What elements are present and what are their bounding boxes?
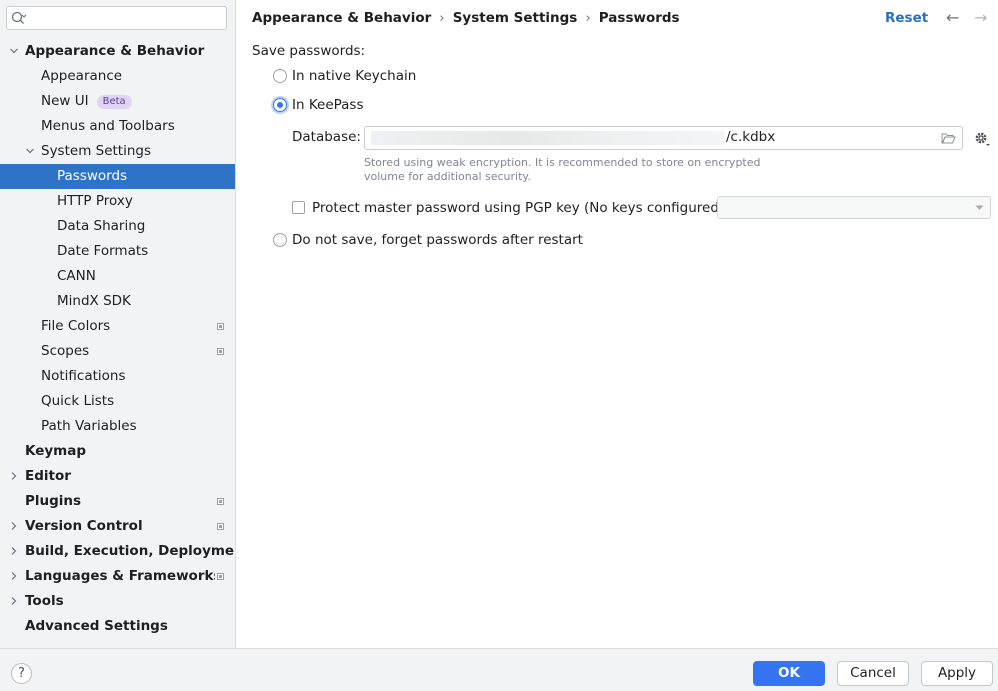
sidebar-item-plugins[interactable]: Plugins [0,489,235,514]
sidebar-item-label: Date Formats [57,243,149,259]
sidebar-item-label: Advanced Settings [25,618,168,634]
sidebar-item-scopes[interactable]: Scopes [0,339,235,364]
gear-icon[interactable] [973,130,991,148]
sidebar-item-label: Keymap [25,443,87,459]
encryption-hint: Stored using weak encryption. It is reco… [364,156,761,183]
sidebar-item-appearance[interactable]: Appearance [0,64,235,89]
sidebar-item-file-colors[interactable]: File Colors [0,314,235,339]
ok-button[interactable]: OK [753,661,825,686]
chevron-right-icon[interactable] [10,597,18,605]
sidebar-item-notifications[interactable]: Notifications [0,364,235,389]
sidebar-item-label: Notifications [41,368,126,384]
chevron-right-icon[interactable] [10,522,18,530]
sidebar-item-label: Appearance & Behavior [25,43,205,59]
folder-open-icon[interactable] [941,132,956,144]
radio-do-not-save-label[interactable]: Do not save, forget passwords after rest… [292,232,583,248]
forward-arrow-icon[interactable]: → [974,10,987,26]
sidebar-item-label: HTTP Proxy [57,193,133,209]
breadcrumb-separator: › [439,10,445,26]
project-level-icon [217,573,224,580]
apply-button[interactable]: Apply [921,661,993,686]
sidebar-item-label: Build, Execution, Deployme [25,543,235,559]
sidebar-item-label: Data Sharing [57,218,146,234]
chevron-down-icon [975,205,984,210]
sidebar-item-mindx-sdk[interactable]: MindX SDK [0,289,235,314]
breadcrumb-item: System Settings [452,10,578,26]
sidebar-item-label: Editor [25,468,71,484]
sidebar-item-system-settings[interactable]: System Settings [0,139,235,164]
cancel-button[interactable]: Cancel [837,661,909,686]
pgp-key-select[interactable] [717,196,991,219]
sidebar-item-version-control[interactable]: Version Control [0,514,235,539]
search-input[interactable] [6,6,227,30]
sidebar-item-http-proxy[interactable]: HTTP Proxy [0,189,235,214]
radio-do-not-save[interactable] [273,233,287,247]
settings-content: Appearance & Behavior › System Settings › Pa… [236,0,998,648]
breadcrumb-item: Appearance & Behavior [252,10,432,26]
save-passwords-label: Save passwords: [252,43,366,59]
sidebar-item-date-formats[interactable]: Date Formats [0,239,235,264]
sidebar-item-label: CANN [57,268,96,284]
sidebar-item-label: Path Variables [41,418,137,434]
sidebar-item-label: New UI [41,93,89,109]
settings-sidebar: Appearance & Behavior Appearance New UI B… [0,0,236,648]
chevron-down-icon[interactable] [26,147,34,155]
help-button[interactable]: ? [11,663,32,684]
sidebar-item-editor[interactable]: Editor [0,464,235,489]
sidebar-item-label: Passwords [57,168,128,184]
sidebar-item-appearance-behavior[interactable]: Appearance & Behavior [0,39,235,64]
beta-badge: Beta [96,95,132,109]
database-path-field[interactable]: /c.kdbx [364,126,963,150]
chevron-down-icon[interactable] [10,47,18,55]
project-level-icon [217,323,224,330]
sidebar-item-path-variables[interactable]: Path Variables [0,414,235,439]
breadcrumb-separator: › [585,10,591,26]
chevron-right-icon[interactable] [10,572,18,580]
radio-keepass[interactable] [273,98,287,112]
sidebar-item-label: System Settings [41,143,152,159]
sidebar-item-tools[interactable]: Tools [0,589,235,614]
reset-link[interactable]: Reset [885,10,928,26]
chevron-right-icon[interactable] [10,472,18,480]
dialog-footer: ? OK Cancel Apply [0,648,998,691]
sidebar-item-label: Quick Lists [41,393,115,409]
database-label: Database: [292,129,361,145]
radio-native-keychain[interactable] [273,69,287,83]
sidebar-item-menus-toolbars[interactable]: Menus and Toolbars [0,114,235,139]
sidebar-item-label: MindX SDK [57,293,131,309]
radio-keepass-label[interactable]: In KeePass [292,97,364,113]
sidebar-item-passwords[interactable]: Passwords [0,164,235,189]
sidebar-item-label: Appearance [41,68,123,84]
chevron-right-icon[interactable] [10,547,18,555]
pgp-label[interactable]: Protect master password using PGP key (N… [312,200,724,216]
sidebar-item-cann[interactable]: CANN [0,264,235,289]
sidebar-item-label: Menus and Toolbars [41,118,175,134]
sidebar-item-data-sharing[interactable]: Data Sharing [0,214,235,239]
database-path-value: /c.kdbx [726,129,776,145]
sidebar-item-build-execution-deployment[interactable]: Build, Execution, Deployme [0,539,235,564]
sidebar-item-label: Tools [25,593,64,609]
sidebar-item-languages-frameworks[interactable]: Languages & Frameworks [0,564,235,589]
sidebar-item-label: Scopes [41,343,90,359]
project-level-icon [217,348,224,355]
sidebar-item-quick-lists[interactable]: Quick Lists [0,389,235,414]
back-arrow-icon[interactable]: ← [946,10,959,26]
sidebar-item-label: Languages & Frameworks [25,568,215,584]
sidebar-item-label: Plugins [25,493,82,509]
radio-native-keychain-label[interactable]: In native Keychain [292,68,416,84]
search-icon [11,11,27,24]
sidebar-item-label: Version Control [25,518,143,534]
sidebar-item-advanced-settings[interactable]: Advanced Settings [0,614,235,639]
sidebar-item-label: File Colors [41,318,111,334]
redacted-path [371,131,725,145]
project-level-icon [217,498,224,505]
sidebar-item-keymap[interactable]: Keymap [0,439,235,464]
sidebar-item-new-ui[interactable]: New UI Beta [0,89,235,114]
breadcrumb-item: Passwords [598,10,680,26]
breadcrumb: Appearance & Behavior › System Settings › Pa… [252,10,680,26]
pgp-checkbox[interactable] [292,201,305,214]
project-level-icon [217,523,224,530]
